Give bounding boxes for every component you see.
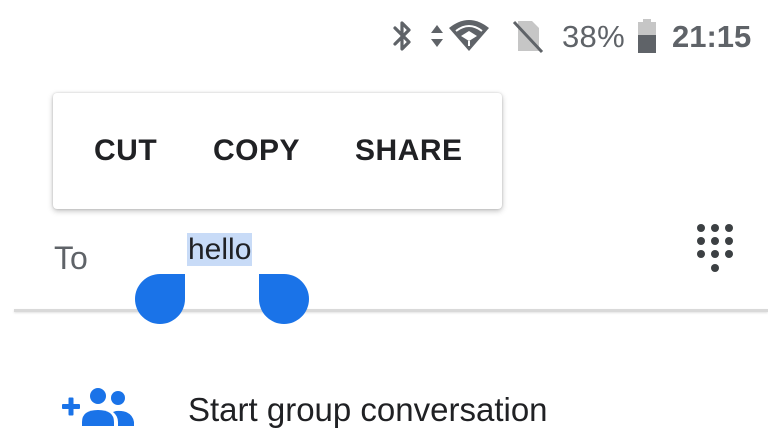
- selection-start-handle[interactable]: [135, 274, 185, 324]
- copy-button[interactable]: COPY: [213, 129, 300, 173]
- battery-icon: [638, 19, 656, 53]
- messaging-new-conversation-screen: 38% 21:15 on CUT COPY SHARE To hello: [0, 0, 768, 433]
- recipient-input[interactable]: hello: [187, 228, 253, 272]
- dialpad-icon[interactable]: [690, 218, 740, 284]
- selection-end-handle[interactable]: [259, 274, 309, 324]
- to-label: To: [54, 240, 88, 276]
- selected-text[interactable]: hello: [187, 233, 253, 266]
- start-group-conversation-label: Start group conversation: [188, 391, 548, 428]
- wifi-icon: [449, 20, 489, 51]
- bluetooth-icon: [393, 21, 411, 51]
- data-arrows-icon: [431, 25, 443, 47]
- start-group-conversation-item[interactable]: Start group conversation: [0, 360, 768, 433]
- battery-percentage: 38%: [562, 19, 625, 54]
- status-time: 21:15: [672, 19, 752, 54]
- cut-button[interactable]: CUT: [94, 129, 157, 173]
- add-group-icon: [62, 388, 134, 426]
- no-sim-icon: [512, 20, 544, 54]
- header-divider: [14, 309, 768, 312]
- share-button[interactable]: SHARE: [355, 129, 463, 173]
- status-bar: 38% 21:15: [0, 0, 768, 72]
- text-selection-menu: CUT COPY SHARE: [53, 93, 502, 209]
